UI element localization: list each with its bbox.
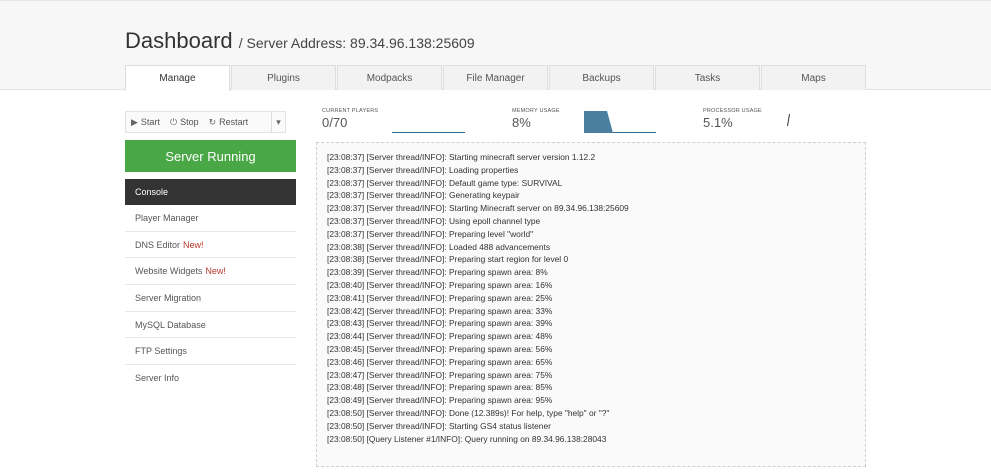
caret-down-icon: ▾ — [276, 116, 281, 127]
sidebar-item-label: DNS Editor — [135, 239, 181, 250]
sidebar-item-dns-editor[interactable]: DNS Editor New! — [125, 232, 296, 259]
sidebar-item-label: FTP Settings — [135, 346, 187, 357]
console-log-line: [23:08:37] [Server thread/INFO]: Loading… — [327, 164, 519, 175]
sidebar-item-label: MySQL Database — [135, 319, 206, 330]
stat-label: PROCESSOR USAGE — [703, 108, 762, 114]
new-badge: New! — [183, 239, 204, 250]
sidebar-item-mysql-database[interactable]: MySQL Database — [125, 312, 296, 339]
console-log-line: [23:08:47] [Server thread/INFO]: Prepari… — [327, 369, 553, 380]
new-badge: New! — [205, 266, 226, 277]
stat-value: 5.1% — [703, 115, 733, 130]
server-address: / Server Address: 89.34.96.138:25609 — [238, 35, 475, 51]
sidebar-item-player-manager[interactable]: Player Manager — [125, 205, 296, 232]
tab-tasks[interactable]: Tasks — [655, 65, 760, 90]
tab-modpacks[interactable]: Modpacks — [337, 65, 442, 90]
stat-current-players: CURRENT PLAYERS 0/70 — [322, 108, 378, 130]
console-log-line: [23:08:37] [Server thread/INFO]: Using e… — [327, 215, 541, 226]
tab-maps[interactable]: Maps — [761, 65, 866, 90]
console-output[interactable]: [23:08:37] [Server thread/INFO]: Startin… — [316, 142, 866, 467]
stat-label: MEMORY USAGE — [512, 108, 560, 114]
sidebar: Console Player Manager DNS Editor New! W… — [125, 179, 296, 392]
power-icon: ⏻ — [169, 116, 178, 127]
players-sparkline — [392, 132, 465, 133]
console-log-line: [23:08:38] [Server thread/INFO]: Prepari… — [327, 254, 569, 265]
console-log-line: [23:08:42] [Server thread/INFO]: Prepari… — [327, 305, 553, 316]
cpu-gauge-needle — [787, 114, 790, 126]
console-log-line: [23:08:40] [Server thread/INFO]: Prepari… — [327, 279, 553, 290]
stop-label: Stop — [180, 117, 199, 127]
console-log-line: [23:08:37] [Server thread/INFO]: Startin… — [327, 152, 596, 162]
console-log-line: [23:08:44] [Server thread/INFO]: Prepari… — [327, 331, 553, 342]
tab-backups[interactable]: Backups — [549, 65, 654, 90]
console-log-line: [23:08:45] [Server thread/INFO]: Prepari… — [327, 343, 553, 354]
sidebar-item-ftp-settings[interactable]: FTP Settings — [125, 338, 296, 366]
start-label: Start — [140, 117, 160, 127]
start-button[interactable]: ▶ Start — [126, 112, 165, 132]
stat-value: 8% — [512, 115, 531, 130]
play-icon: ▶ — [131, 116, 138, 127]
server-status-button[interactable]: Server Running — [125, 140, 296, 172]
console-log-line: [23:08:50] [Server thread/INFO]: Done (1… — [327, 407, 610, 418]
cpu-gauge — [787, 114, 790, 126]
stat-memory-usage: MEMORY USAGE 8% — [512, 108, 560, 130]
console-log-line: [23:08:43] [Server thread/INFO]: Prepari… — [327, 318, 553, 329]
page-title-text: Dashboard — [125, 28, 233, 53]
console-log-line: [23:08:50] [Server thread/INFO]: Startin… — [327, 420, 551, 431]
controls-dropdown-button[interactable]: ▾ — [271, 112, 285, 132]
sidebar-item-server-info[interactable]: Server Info — [125, 365, 296, 392]
tab-bar: Manage Plugins Modpacks File Manager Bac… — [125, 65, 866, 91]
memory-sparkline-area — [584, 111, 613, 133]
sidebar-item-console[interactable]: Console — [125, 179, 296, 205]
sidebar-item-server-migration[interactable]: Server Migration — [125, 285, 296, 312]
console-log-line: [23:08:48] [Server thread/INFO]: Prepari… — [327, 382, 553, 393]
tab-plugins[interactable]: Plugins — [231, 65, 336, 90]
console-log-line: [23:08:50] [Query Listener #1/INFO]: Que… — [327, 433, 607, 444]
restart-button[interactable]: ↻ Restart — [204, 112, 254, 132]
console-log-line: [23:08:46] [Server thread/INFO]: Prepari… — [327, 356, 553, 367]
page-title: Dashboard / Server Address: 89.34.96.138… — [125, 28, 475, 54]
sidebar-item-label: Console — [135, 187, 169, 197]
console-log-line: [23:08:49] [Server thread/INFO]: Prepari… — [327, 395, 553, 406]
console-log-line: [23:08:37] [Server thread/INFO]: Default… — [327, 177, 563, 188]
sidebar-item-label: Player Manager — [135, 212, 199, 223]
stat-value: 0/70 — [322, 115, 348, 130]
console-log-line: [23:08:37] [Server thread/INFO]: Prepari… — [327, 228, 534, 239]
console-log-line: [23:08:39] [Server thread/INFO]: Prepari… — [327, 267, 548, 278]
console-log-line: [23:08:37] [Server thread/INFO]: Startin… — [327, 203, 629, 214]
stat-processor-usage: PROCESSOR USAGE 5.1% — [703, 108, 762, 130]
sidebar-item-label: Server Info — [135, 373, 180, 384]
sidebar-item-label: Website Widgets — [135, 266, 203, 277]
console-log-line: [23:08:37] [Server thread/INFO]: Generat… — [327, 190, 520, 201]
console-log-line: [23:08:38] [Server thread/INFO]: Loaded … — [327, 241, 551, 252]
stop-button[interactable]: ⏻ Stop — [165, 112, 204, 132]
refresh-icon: ↻ — [208, 116, 217, 127]
sidebar-item-label: Server Migration — [135, 292, 202, 303]
restart-label: Restart — [219, 117, 249, 127]
sidebar-item-website-widgets[interactable]: Website Widgets New! — [125, 258, 296, 286]
stat-label: CURRENT PLAYERS — [322, 108, 379, 114]
memory-sparkline — [584, 111, 656, 133]
tab-manage[interactable]: Manage — [125, 65, 230, 91]
tab-file-manager[interactable]: File Manager — [443, 65, 548, 90]
server-controls: ▶ Start ⏻ Stop ↻ Restart ▾ — [125, 111, 286, 133]
console-log-line: [23:08:41] [Server thread/INFO]: Prepari… — [327, 292, 553, 303]
